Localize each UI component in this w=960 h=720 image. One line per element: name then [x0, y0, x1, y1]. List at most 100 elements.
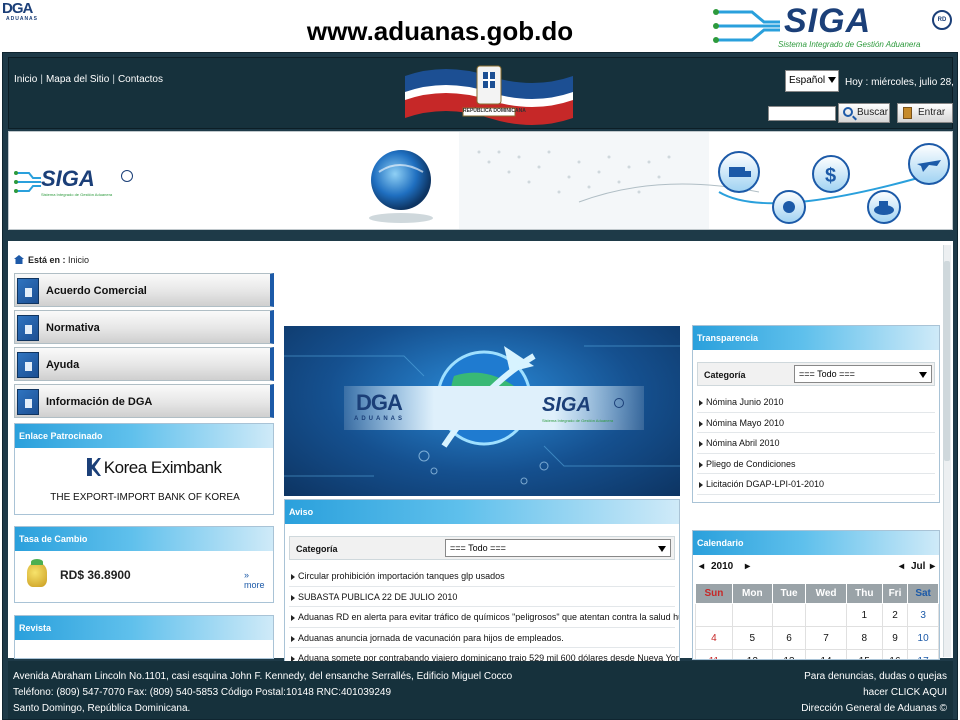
prev-year-icon[interactable]: ◂ [699, 561, 704, 572]
banner-siga-tagline: Sistema Integrado de Gestión Aduanera [41, 192, 113, 197]
nav-link-inicio[interactable]: Inicio [14, 74, 37, 85]
menu-item-ayuda[interactable]: Ayuda [14, 347, 274, 381]
nav-link-mapa[interactable]: Mapa del Sitio [46, 74, 109, 85]
aviso-item[interactable]: Circular prohibición importación tanques… [289, 566, 675, 587]
weekday-header: Sun [695, 583, 733, 604]
calendar-day[interactable]: 6 [771, 626, 807, 650]
promo-siga-logo: SIGA [542, 394, 591, 416]
door-icon [903, 107, 912, 119]
chevron-down-icon [919, 372, 927, 378]
search-input[interactable] [768, 106, 836, 121]
transparencia-category-row: Categoría === Todo === [697, 362, 935, 386]
next-month-icon[interactable]: ▸ [930, 561, 935, 572]
footer-click-here-link[interactable]: hacer CLICK AQUI [801, 685, 947, 701]
sponsor-panel-title: Enlace Patrocinado [15, 424, 273, 448]
calendar-day[interactable]: 2 [881, 603, 909, 627]
prev-month-icon[interactable]: ◂ [899, 561, 904, 572]
calendar-day[interactable]: 4 [695, 626, 733, 650]
calendar-day[interactable]: 15 [845, 649, 883, 659]
calendar-day[interactable]: 5 [731, 626, 773, 650]
menu-item-label: Normativa [46, 322, 100, 334]
calendar-day[interactable]: 17 [907, 649, 939, 659]
svg-text:$: $ [825, 165, 836, 187]
calendar-day[interactable]: 10 [907, 626, 939, 650]
calendar-year: 2010 [711, 561, 734, 572]
dga-logo-text: DGA [2, 0, 33, 17]
transparencia-item[interactable]: Nómina Junio 2010 [697, 392, 935, 413]
calendar-day[interactable]: 3 [907, 603, 939, 627]
calendar-week-row: 123 [695, 603, 939, 627]
home-icon [14, 255, 24, 264]
weekday-header: Thu [845, 583, 883, 604]
calendar-nav: ◂ 2010 ▸ ◂ Jul ▸ [693, 561, 939, 577]
header-banner: SIGA Sistema Integrado de Gestión Aduane… [8, 131, 953, 230]
menu-item-acuerdo-comercial[interactable]: Acuerdo Comercial [14, 273, 274, 307]
calendar-day[interactable]: 11 [695, 649, 733, 659]
search-button-label: Buscar [857, 107, 889, 118]
transparencia-item[interactable]: Nómina Mayo 2010 [697, 413, 935, 433]
calendar-day[interactable]: 9 [881, 626, 909, 650]
calendar-day[interactable]: 1 [845, 603, 883, 627]
menu-item-label: Información de DGA [46, 396, 153, 408]
aviso-item[interactable]: Aduanas anuncia jornada de vacunación pa… [289, 628, 675, 648]
aviso-title: Aviso [285, 500, 679, 524]
footer-address-line: Avenida Abraham Lincoln No.1101, casi es… [13, 671, 513, 682]
aviso-item[interactable]: SUBASTA PUBLICA 22 DE JULIO 2010 [289, 587, 675, 607]
transparencia-panel: Transparencia Categoría === Todo === Nóm… [692, 325, 940, 503]
aviso-category-select[interactable]: === Todo === [445, 539, 671, 557]
breadcrumb-current[interactable]: Inicio [68, 255, 89, 265]
circuit-lines-icon [713, 9, 780, 43]
nav-link-contactos[interactable]: Contactos [118, 74, 163, 85]
calendar-day[interactable]: 14 [805, 649, 847, 659]
exchange-rate-title: Tasa de Cambio [15, 527, 273, 551]
exchange-rate-more-link[interactable]: » more [244, 570, 267, 590]
next-year-icon[interactable]: ▸ [745, 561, 750, 572]
calendar-day[interactable]: 8 [845, 626, 883, 650]
banner-caption: REPÚBLICA DOMINICANA [463, 108, 526, 114]
transparencia-category-select[interactable]: === Todo === [794, 365, 932, 383]
document-icon [17, 315, 39, 341]
language-select-value: Español [789, 75, 826, 86]
current-date: Hoy : miércoles, julio 28, 2010 [845, 77, 957, 88]
scrollbar-thumb[interactable] [944, 261, 950, 461]
main-content: Está en : Inicio Acuerdo Comercial Norma… [8, 241, 953, 689]
eximbank-logo[interactable]: Korea Eximbank [87, 458, 222, 478]
nav-separator: | [40, 74, 43, 85]
calendar-title: Calendario [693, 531, 939, 555]
eximbank-logo-text: Korea Eximbank [103, 458, 222, 477]
siga-tagline: Sistema Integrado de Gestión Aduanera [778, 40, 921, 49]
menu-item-label: Acuerdo Comercial [46, 285, 147, 297]
circuit-lines-icon [14, 171, 41, 193]
calendar-day[interactable]: 12 [731, 649, 773, 659]
calendar-day[interactable]: 13 [771, 649, 807, 659]
slide-header: DGA ADUANAS www.aduanas.gob.do SIGA RD S… [0, 0, 960, 52]
dominican-flag-banner [405, 65, 573, 125]
footer-address-line: Santo Domingo, República Dominicana. [13, 703, 191, 714]
footer-contact-line: Para denuncias, dudas o quejas [804, 671, 947, 682]
siga-logo-text: SIGA [784, 2, 872, 40]
calendar-weekday-row: Sun Mon Tue Wed Thu Fri Sat [695, 583, 939, 604]
calendar-day[interactable]: 16 [881, 649, 909, 659]
exchange-rate-value: RD$ 36.8900 [60, 568, 131, 582]
footer-address: Avenida Abraham Lincoln No.1101, casi es… [13, 669, 512, 717]
document-icon [17, 389, 39, 415]
transparencia-item[interactable]: Licitación DGAP-LPI-01-2010 [697, 474, 935, 495]
siga-logo: SIGA RD Sistema Integrado de Gestión Adu… [712, 2, 958, 50]
calendar-day[interactable]: 7 [805, 626, 847, 650]
aviso-category-row: Categoría === Todo === [289, 536, 675, 560]
menu-item-informacion-dga[interactable]: Información de DGA [14, 384, 274, 418]
menu-item-normativa[interactable]: Normativa [14, 310, 274, 344]
language-select[interactable]: Español [785, 70, 839, 92]
transparencia-item[interactable]: Pliego de Condiciones [697, 454, 935, 474]
aviso-category-label: Categoría [296, 544, 338, 554]
footer-contact: Para denuncias, dudas o quejas hacer CLI… [801, 669, 947, 717]
search-button[interactable]: Buscar [838, 103, 890, 123]
top-navigation: Inicio | Mapa del Sitio | Contactos REPÚBLIC… [8, 57, 957, 129]
calendar-day [695, 603, 733, 627]
enter-button[interactable]: Entrar [897, 103, 953, 123]
transparencia-category-label: Categoría [704, 370, 746, 380]
transparencia-item[interactable]: Nómina Abril 2010 [697, 433, 935, 454]
exchange-rate-row: RD$ 36.8900 » more [27, 559, 267, 590]
promo-banner[interactable]: DGA ADUANAS SIGA Sistema Integrado de Ge… [284, 326, 680, 496]
aviso-item[interactable]: Aduanas RD en alerta para evitar tráfico… [289, 607, 679, 628]
